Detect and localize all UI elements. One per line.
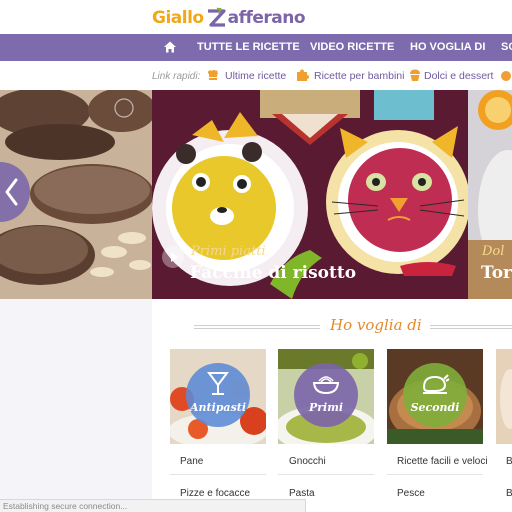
left-sidebar-area — [0, 299, 152, 512]
next-slide-title[interactable]: Tor — [481, 263, 512, 283]
card-label-antipasti: Antipasti — [189, 401, 247, 414]
link-truncated-row2[interactable]: B — [506, 488, 512, 499]
category-card-antipasti[interactable]: Antipasti — [170, 349, 266, 444]
link-pasta[interactable]: Pasta — [289, 488, 315, 499]
link-divider — [387, 474, 483, 475]
quick-links-label: Link rapidi: — [152, 71, 201, 82]
slide-title[interactable]: Faccine di risotto — [190, 263, 356, 283]
quick-link-ricette-per-bambini[interactable]: Ricette per bambini — [314, 70, 404, 82]
top-header: Giallo afferano — [0, 0, 512, 34]
partial-card-photo — [496, 349, 512, 444]
category-card-secondi[interactable]: Secondi — [387, 349, 483, 444]
home-icon[interactable] — [163, 40, 177, 54]
quick-link-ultime-ricette[interactable]: Ultime ricette — [225, 70, 286, 82]
cupcake-icon — [410, 69, 420, 81]
main-nav: TUTTE LE RICETTE VIDEO RICETTE HO VOGLIA… — [0, 34, 512, 61]
link-gnocchi[interactable]: Gnocchi — [289, 456, 326, 467]
logo-text-afferano: afferano — [227, 8, 306, 28]
nav-item-truncated[interactable]: SO — [501, 41, 512, 53]
nav-video-ricette[interactable]: VIDEO RICETTE — [310, 41, 394, 53]
section-title-divider-right — [430, 325, 512, 329]
nav-tutte-le-ricette[interactable]: TUTTE LE RICETTE — [197, 41, 300, 53]
link-divider — [170, 474, 266, 475]
status-text: Establishing secure connection... — [3, 501, 128, 511]
section-title-divider-left — [194, 325, 320, 329]
slide-category-label: Primi piatti — [191, 244, 266, 259]
card-label-secondi: Secondi — [410, 401, 460, 414]
section-title-ho-voglia-di: Ho voglia di — [330, 316, 422, 334]
roast-chicken-icon — [422, 374, 450, 394]
quick-link-dolci-e-dessert[interactable]: Dolci e dessert — [424, 70, 493, 82]
quick-links-bar: Link rapidi: Ultime ricette Ricette per … — [0, 61, 512, 90]
next-slide-category-label: Dol — [482, 244, 505, 259]
link-ricette-facili-e-veloci[interactable]: Ricette facili e veloci — [397, 456, 488, 467]
link-pesce[interactable]: Pesce — [397, 488, 425, 499]
cocktail-glass-icon — [207, 372, 229, 395]
play-video-button[interactable] — [162, 246, 184, 268]
chef-hat-icon — [207, 69, 218, 80]
play-icon — [171, 252, 178, 262]
link-divider — [278, 474, 374, 475]
carousel-prev-button[interactable] — [0, 162, 30, 222]
puzzle-icon — [297, 69, 309, 81]
giallozafferano-logo[interactable]: Giallo afferano — [152, 5, 306, 31]
link-pizze-e-focacce[interactable]: Pizze e focacce — [180, 488, 250, 499]
category-card-primi[interactable]: Primi — [278, 349, 374, 444]
logo-text-giallo: Giallo — [152, 8, 204, 28]
browser-status-bar: Establishing secure connection... — [0, 499, 306, 512]
link-truncated-row1[interactable]: Bi — [506, 456, 512, 467]
fruit-icon — [501, 71, 511, 81]
card-label-primi: Primi — [308, 401, 344, 414]
nav-ho-voglia-di[interactable]: HO VOGLIA DI — [410, 41, 485, 53]
category-card-partial[interactable] — [496, 349, 512, 444]
pasta-bowl-icon — [312, 376, 340, 395]
logo-z-icon — [207, 7, 226, 27]
link-pane[interactable]: Pane — [180, 456, 203, 467]
chevron-left-icon — [5, 178, 18, 206]
